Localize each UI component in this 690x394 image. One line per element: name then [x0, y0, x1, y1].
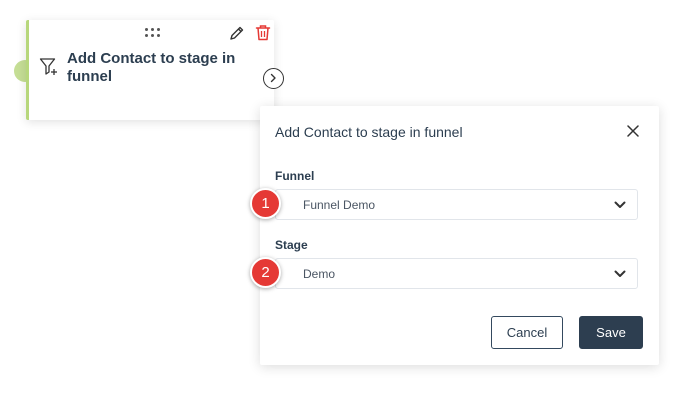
- funnel-select-value: Funnel Demo: [303, 198, 376, 212]
- pencil-icon[interactable]: [229, 25, 245, 41]
- chevron-right-icon[interactable]: [263, 68, 284, 89]
- chevron-down-icon: [614, 270, 626, 277]
- step-marker-2: 2: [250, 257, 281, 288]
- stage-select-value: Demo: [303, 267, 336, 281]
- stage-field-label: Stage: [275, 238, 308, 252]
- close-icon[interactable]: [626, 124, 640, 138]
- drag-handle-icon[interactable]: [145, 28, 161, 38]
- cancel-button[interactable]: Cancel: [491, 316, 563, 349]
- workflow-node-card[interactable]: Add Contact to stage in funnel: [26, 20, 274, 120]
- trash-icon[interactable]: [255, 24, 271, 41]
- step-marker-1: 1: [250, 188, 281, 219]
- funnel-plus-icon: [39, 57, 59, 77]
- action-settings-panel: Add Contact to stage in funnel Funnel Fu…: [260, 106, 659, 365]
- funnel-field-label: Funnel: [275, 169, 315, 183]
- funnel-select[interactable]: Funnel Demo: [275, 189, 638, 220]
- stage-select[interactable]: Demo: [275, 258, 638, 289]
- save-button[interactable]: Save: [579, 316, 643, 349]
- panel-title: Add Contact to stage in funnel: [275, 124, 463, 140]
- chevron-down-icon: [614, 201, 626, 208]
- node-title: Add Contact to stage in funnel: [67, 50, 236, 85]
